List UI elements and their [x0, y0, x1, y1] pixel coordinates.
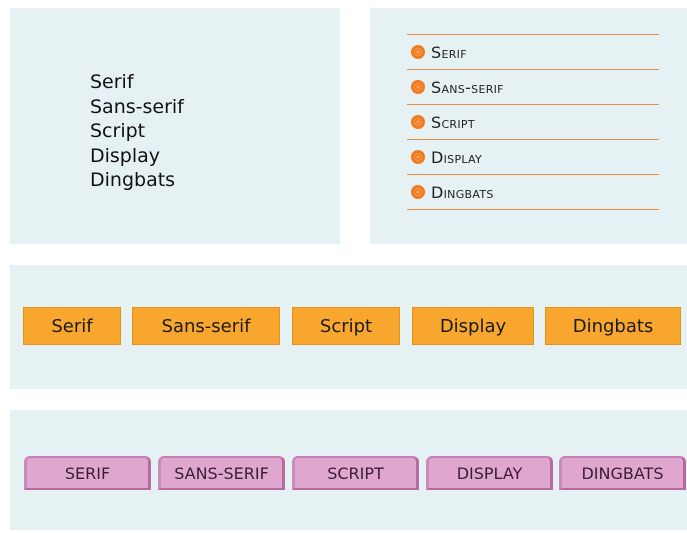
bulleted-list-item-label: Display	[431, 147, 483, 167]
orange-flower-bullet-icon	[411, 45, 425, 59]
bulleted-list: Serif Sans-serif Script Display Dingbats	[407, 34, 659, 210]
bulleted-list-item-label: Dingbats	[431, 182, 494, 202]
orange-flower-bullet-icon	[411, 185, 425, 199]
orange-menu-button-serif[interactable]: Serif	[23, 307, 121, 345]
plain-list: Serif Sans-serif Script Display Dingbats	[90, 70, 184, 193]
tab-serif[interactable]: SERIF	[24, 456, 151, 490]
bulleted-list-item-label: Serif	[431, 42, 467, 62]
orange-flower-bullet-icon	[411, 80, 425, 94]
bulleted-list-item-dingbats[interactable]: Dingbats	[407, 175, 659, 210]
tab-sans-serif[interactable]: SANS-SERIF	[158, 456, 285, 490]
tab-script[interactable]: SCRIPT	[292, 456, 419, 490]
bulleted-list-item-display[interactable]: Display	[407, 140, 659, 175]
plain-list-item-serif[interactable]: Serif	[90, 70, 184, 95]
bulleted-list-item-label: Sans-serif	[431, 77, 504, 97]
bulleted-list-item-sans-serif[interactable]: Sans-serif	[407, 70, 659, 105]
orange-menu-button-dingbats[interactable]: Dingbats	[545, 307, 681, 345]
bulleted-list-item-label: Script	[431, 112, 475, 132]
plain-list-item-display[interactable]: Display	[90, 144, 184, 169]
tab-menu-panel: SERIF SANS-SERIF SCRIPT DISPLAY DINGBATS	[10, 410, 687, 530]
orange-flower-bullet-icon	[411, 150, 425, 164]
bulleted-list-item-script[interactable]: Script	[407, 105, 659, 140]
tab-dingbats[interactable]: DINGBATS	[559, 456, 686, 490]
orange-flower-bullet-icon	[411, 115, 425, 129]
tab-display[interactable]: DISPLAY	[426, 456, 553, 490]
plain-list-panel: Serif Sans-serif Script Display Dingbats	[10, 8, 340, 244]
orange-menu-button-sans-serif[interactable]: Sans-serif	[132, 307, 280, 345]
plain-list-item-dingbats[interactable]: Dingbats	[90, 168, 184, 193]
orange-menu-button-display[interactable]: Display	[412, 307, 534, 345]
plain-list-item-script[interactable]: Script	[90, 119, 184, 144]
bulleted-list-panel: Serif Sans-serif Script Display Dingbats	[370, 8, 687, 244]
orange-menu-button-script[interactable]: Script	[292, 307, 400, 345]
orange-menu-panel: Serif Sans-serif Script Display Dingbats	[10, 265, 687, 389]
bulleted-list-item-serif[interactable]: Serif	[407, 35, 659, 70]
plain-list-item-sans-serif[interactable]: Sans-serif	[90, 95, 184, 120]
